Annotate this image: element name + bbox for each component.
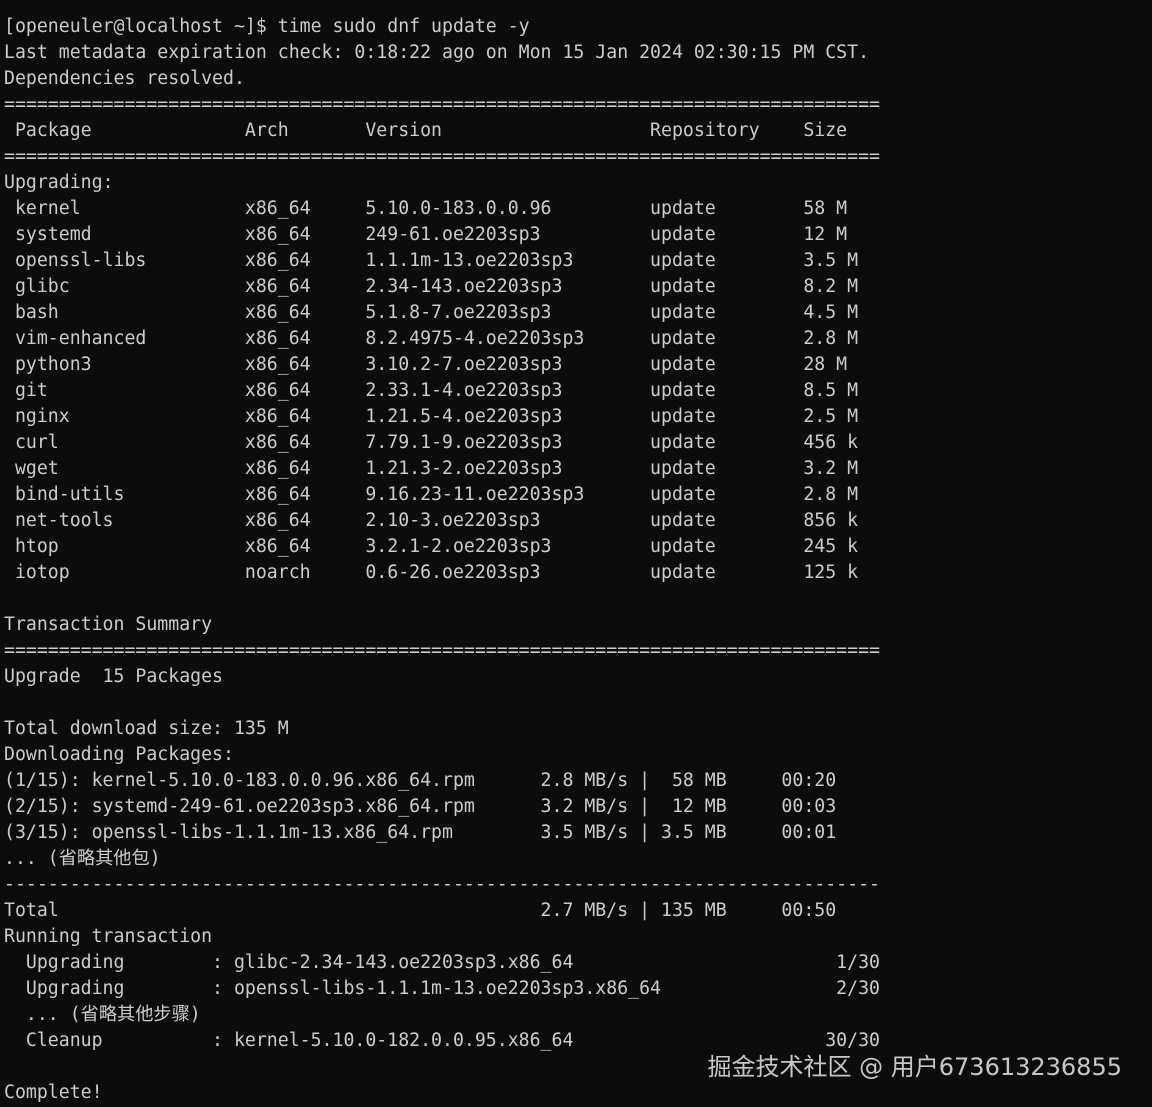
package-row-text: kernel x86_64 5.10.0-183.0.0.96 update 5…: [4, 198, 848, 219]
package-row: kernel x86_64 5.10.0-183.0.0.96 update 5…: [4, 196, 1144, 222]
total-text: Total 2.7 MB/s | 135 MB 00:50: [4, 900, 837, 921]
command-text: [openeuler@localhost ~]$ time sudo dnf u…: [4, 16, 530, 37]
downloading-heading: Downloading Packages:: [4, 744, 234, 765]
package-row-text: htop x86_64 3.2.1-2.oe2203sp3 update 245…: [4, 536, 859, 557]
package-row-text: bind-utils x86_64 9.16.23-11.oe2203sp3 u…: [4, 484, 859, 505]
divider-text: ========================================…: [4, 146, 880, 167]
omitted-text: ... (省略其他步骤): [4, 1004, 201, 1025]
package-row: git x86_64 2.33.1-4.oe2203sp3 update 8.5…: [4, 378, 1144, 404]
upgrading-heading: Upgrading:: [4, 172, 114, 193]
package-row: curl x86_64 7.79.1-9.oe2203sp3 update 45…: [4, 430, 1144, 456]
package-row: glibc x86_64 2.34-143.oe2203sp3 update 8…: [4, 274, 1144, 300]
package-row-text: python3 x86_64 3.10.2-7.oe2203sp3 update…: [4, 354, 848, 375]
package-row: net-tools x86_64 2.10-3.oe2203sp3 update…: [4, 508, 1144, 534]
package-row-text: git x86_64 2.33.1-4.oe2203sp3 update 8.5…: [4, 380, 859, 401]
package-row: bash x86_64 5.1.8-7.oe2203sp3 update 4.5…: [4, 300, 1144, 326]
running-transaction-heading: Running transaction: [4, 926, 213, 947]
dash-divider-text: ----------------------------------------…: [4, 874, 880, 895]
command-line: [openeuler@localhost ~]$ time sudo dnf u…: [4, 14, 1144, 40]
download-size-line: Total download size: 135 M: [4, 716, 1144, 742]
download-row: (2/15): systemd-249-61.oe2203sp3.x86_64.…: [4, 794, 1144, 820]
omitted-line: ... (省略其他步骤): [4, 1002, 1144, 1028]
divider-text: ========================================…: [4, 94, 880, 115]
transaction-summary-heading: Transaction Summary: [4, 614, 213, 635]
upgrade-count-line: Upgrade 15 Packages: [4, 664, 1144, 690]
package-row: bind-utils x86_64 9.16.23-11.oe2203sp3 u…: [4, 482, 1144, 508]
complete-text: Complete!: [4, 1082, 103, 1103]
package-row: systemd x86_64 249-61.oe2203sp3 update 1…: [4, 222, 1144, 248]
transaction-step-text: Upgrading : glibc-2.34-143.oe2203sp3.x86…: [4, 952, 880, 973]
terminal-output[interactable]: [openeuler@localhost ~]$ time sudo dnf u…: [4, 14, 1144, 1106]
complete-line: Complete!: [4, 1080, 1144, 1106]
metadata-text: Last metadata expiration check: 0:18:22 …: [4, 42, 870, 63]
section-heading: Upgrading:: [4, 170, 1144, 196]
section-heading: Running transaction: [4, 924, 1144, 950]
package-row: iotop noarch 0.6-26.oe2203sp3 update 125…: [4, 560, 1144, 586]
package-row: openssl-libs x86_64 1.1.1m-13.oe2203sp3 …: [4, 248, 1144, 274]
total-line: Total 2.7 MB/s | 135 MB 00:50: [4, 898, 1144, 924]
dash-divider: ----------------------------------------…: [4, 872, 1144, 898]
dependencies-line: Dependencies resolved.: [4, 66, 1144, 92]
package-row-text: curl x86_64 7.79.1-9.oe2203sp3 update 45…: [4, 432, 859, 453]
package-row: vim-enhanced x86_64 8.2.4975-4.oe2203sp3…: [4, 326, 1144, 352]
package-row-text: vim-enhanced x86_64 8.2.4975-4.oe2203sp3…: [4, 328, 859, 349]
section-heading: Transaction Summary: [4, 612, 1144, 638]
watermark: 掘金技术社区 @ 用户673613236855: [707, 1053, 1123, 1081]
dependencies-text: Dependencies resolved.: [4, 68, 245, 89]
package-row-text: nginx x86_64 1.21.5-4.oe2203sp3 update 2…: [4, 406, 859, 427]
divider: ========================================…: [4, 144, 1144, 170]
package-row-text: wget x86_64 1.21.3-2.oe2203sp3 update 3.…: [4, 458, 859, 479]
download-row-text: (3/15): openssl-libs-1.1.1m-13.x86_64.rp…: [4, 822, 837, 843]
package-row: wget x86_64 1.21.3-2.oe2203sp3 update 3.…: [4, 456, 1144, 482]
transaction-step-text: Upgrading : openssl-libs-1.1.1m-13.oe220…: [4, 978, 880, 999]
download-row-text: (1/15): kernel-5.10.0-183.0.0.96.x86_64.…: [4, 770, 837, 791]
download-row: (1/15): kernel-5.10.0-183.0.0.96.x86_64.…: [4, 768, 1144, 794]
package-row: nginx x86_64 1.21.5-4.oe2203sp3 update 2…: [4, 404, 1144, 430]
metadata-line: Last metadata expiration check: 0:18:22 …: [4, 40, 1144, 66]
omitted-text: ... (省略其他包): [4, 848, 161, 869]
divider: ========================================…: [4, 92, 1144, 118]
package-row: python3 x86_64 3.10.2-7.oe2203sp3 update…: [4, 352, 1144, 378]
package-row: htop x86_64 3.2.1-2.oe2203sp3 update 245…: [4, 534, 1144, 560]
section-heading: Downloading Packages:: [4, 742, 1144, 768]
package-row-text: systemd x86_64 249-61.oe2203sp3 update 1…: [4, 224, 848, 245]
package-row-text: glibc x86_64 2.34-143.oe2203sp3 update 8…: [4, 276, 859, 297]
download-size-text: Total download size: 135 M: [4, 718, 289, 739]
table-header-text: Package Arch Version Repository Size: [4, 120, 848, 141]
table-header: Package Arch Version Repository Size: [4, 118, 1144, 144]
package-row-text: net-tools x86_64 2.10-3.oe2203sp3 update…: [4, 510, 859, 531]
package-row-text: iotop noarch 0.6-26.oe2203sp3 update 125…: [4, 562, 859, 583]
download-row-text: (2/15): systemd-249-61.oe2203sp3.x86_64.…: [4, 796, 837, 817]
package-row-text: bash x86_64 5.1.8-7.oe2203sp3 update 4.5…: [4, 302, 859, 323]
divider: ========================================…: [4, 638, 1144, 664]
divider-text: ========================================…: [4, 640, 880, 661]
upgrade-count-text: Upgrade 15 Packages: [4, 666, 223, 687]
omitted-line: ... (省略其他包): [4, 846, 1144, 872]
transaction-step: Upgrading : glibc-2.34-143.oe2203sp3.x86…: [4, 950, 1144, 976]
package-row-text: openssl-libs x86_64 1.1.1m-13.oe2203sp3 …: [4, 250, 859, 271]
download-row: (3/15): openssl-libs-1.1.1m-13.x86_64.rp…: [4, 820, 1144, 846]
transaction-step: Upgrading : openssl-libs-1.1.1m-13.oe220…: [4, 976, 1144, 1002]
